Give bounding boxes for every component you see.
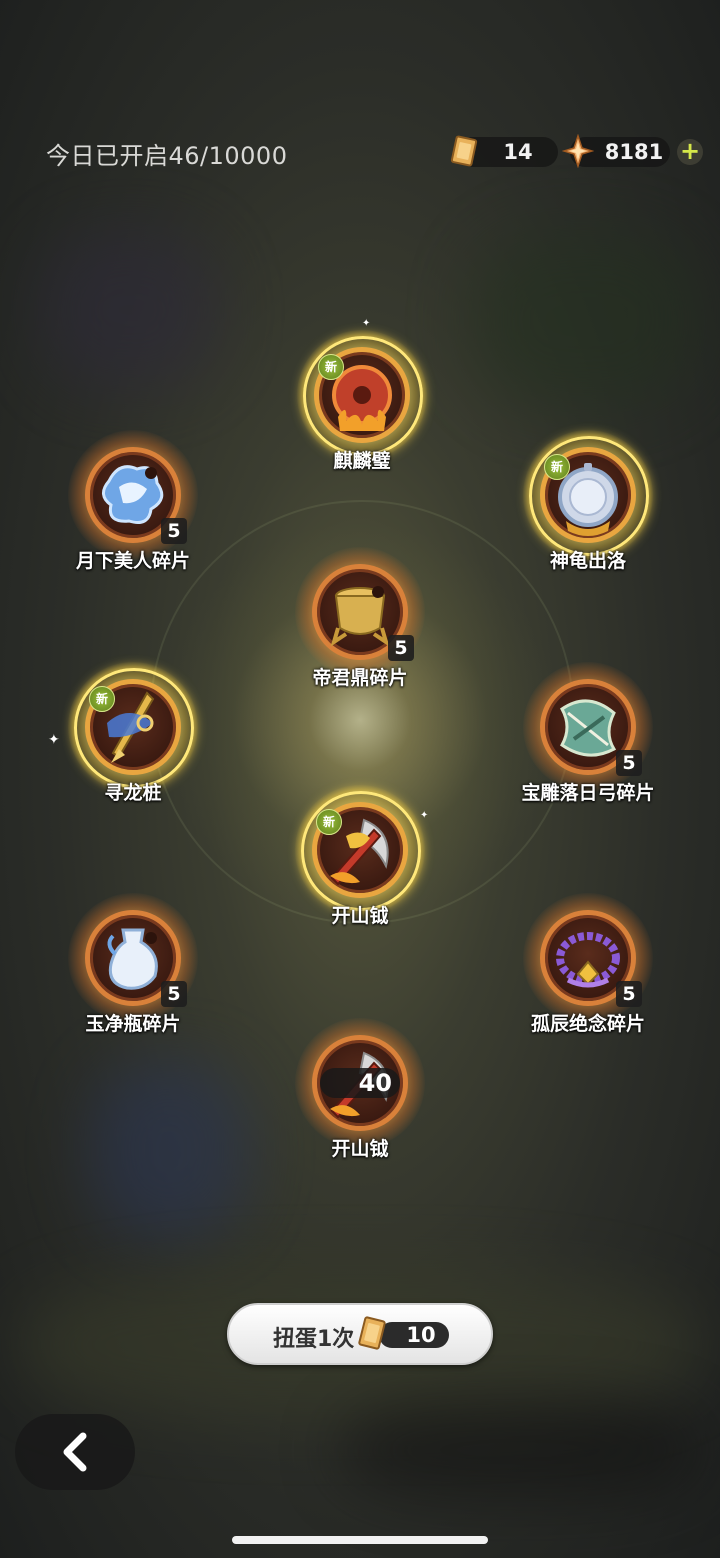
reward-item-cauldron[interactable]: 5 帝君鼎碎片 xyxy=(290,547,430,717)
item-name: 开山钺 xyxy=(331,1138,389,1160)
ticket-currency: 14 xyxy=(450,135,558,167)
item-name: 开山钺 xyxy=(331,905,389,927)
reward-item-axe-bundle[interactable]: 40 开山钺 xyxy=(290,1018,430,1188)
item-name: 孤辰绝念碎片 xyxy=(530,1013,645,1035)
new-badge: 新 xyxy=(316,809,342,835)
reward-item-vase[interactable]: 5 玉净瓶碎片 xyxy=(63,893,203,1063)
reward-item-dragon[interactable]: 新 寻龙桩 xyxy=(63,662,203,832)
item-name: 麒麟璧 xyxy=(333,450,391,472)
reward-item-axe[interactable]: 新 开山钺 xyxy=(290,785,430,955)
reward-item-turtle[interactable]: 新 神龟出洛 xyxy=(518,430,658,600)
new-badge: 新 xyxy=(544,454,570,480)
reward-item-bow[interactable]: 5 宝雕落日弓碎片 xyxy=(518,662,658,832)
draw-label: 扭蛋1次 xyxy=(273,1327,355,1352)
back-button[interactable] xyxy=(15,1414,135,1490)
item-name: 寻龙桩 xyxy=(104,782,162,804)
ticket-count: 14 xyxy=(503,140,533,164)
item-count: 5 xyxy=(161,518,187,544)
crystal-count: 8181 xyxy=(604,140,664,164)
item-count: 40 xyxy=(320,1068,400,1098)
reward-item-beads[interactable]: 5 孤辰绝念碎片 xyxy=(518,893,658,1063)
new-badge: 新 xyxy=(318,354,344,380)
ticket-icon xyxy=(358,1316,386,1350)
item-name: 帝君鼎碎片 xyxy=(312,667,408,689)
daily-opened-count: 今日已开启46/10000 xyxy=(46,142,288,170)
item-name: 月下美人碎片 xyxy=(75,550,190,572)
sparkle-icon: ✦ xyxy=(420,810,429,821)
item-name: 宝雕落日弓碎片 xyxy=(521,782,655,804)
crystal-currency: 8181 xyxy=(562,134,670,168)
chevron-left-icon xyxy=(63,1432,87,1472)
item-count: 5 xyxy=(388,635,414,661)
draw-once-button[interactable]: 扭蛋1次 10 xyxy=(227,1303,493,1365)
home-indicator[interactable] xyxy=(232,1536,488,1544)
item-name: 玉净瓶碎片 xyxy=(85,1013,181,1035)
add-currency-button[interactable]: + xyxy=(677,139,703,165)
draw-cost: 10 xyxy=(379,1322,449,1348)
sparkle-icon: ✦ xyxy=(362,318,371,329)
reward-item-qilin[interactable]: 新 麒麟璧 xyxy=(292,330,432,500)
new-badge: 新 xyxy=(89,686,115,712)
reward-item-moon[interactable]: 5 月下美人碎片 xyxy=(63,430,203,600)
sparkle-icon: ✦ xyxy=(48,732,60,748)
item-count: 5 xyxy=(616,981,642,1007)
item-count: 5 xyxy=(161,981,187,1007)
item-name: 神龟出洛 xyxy=(549,550,626,572)
item-count: 5 xyxy=(616,750,642,776)
